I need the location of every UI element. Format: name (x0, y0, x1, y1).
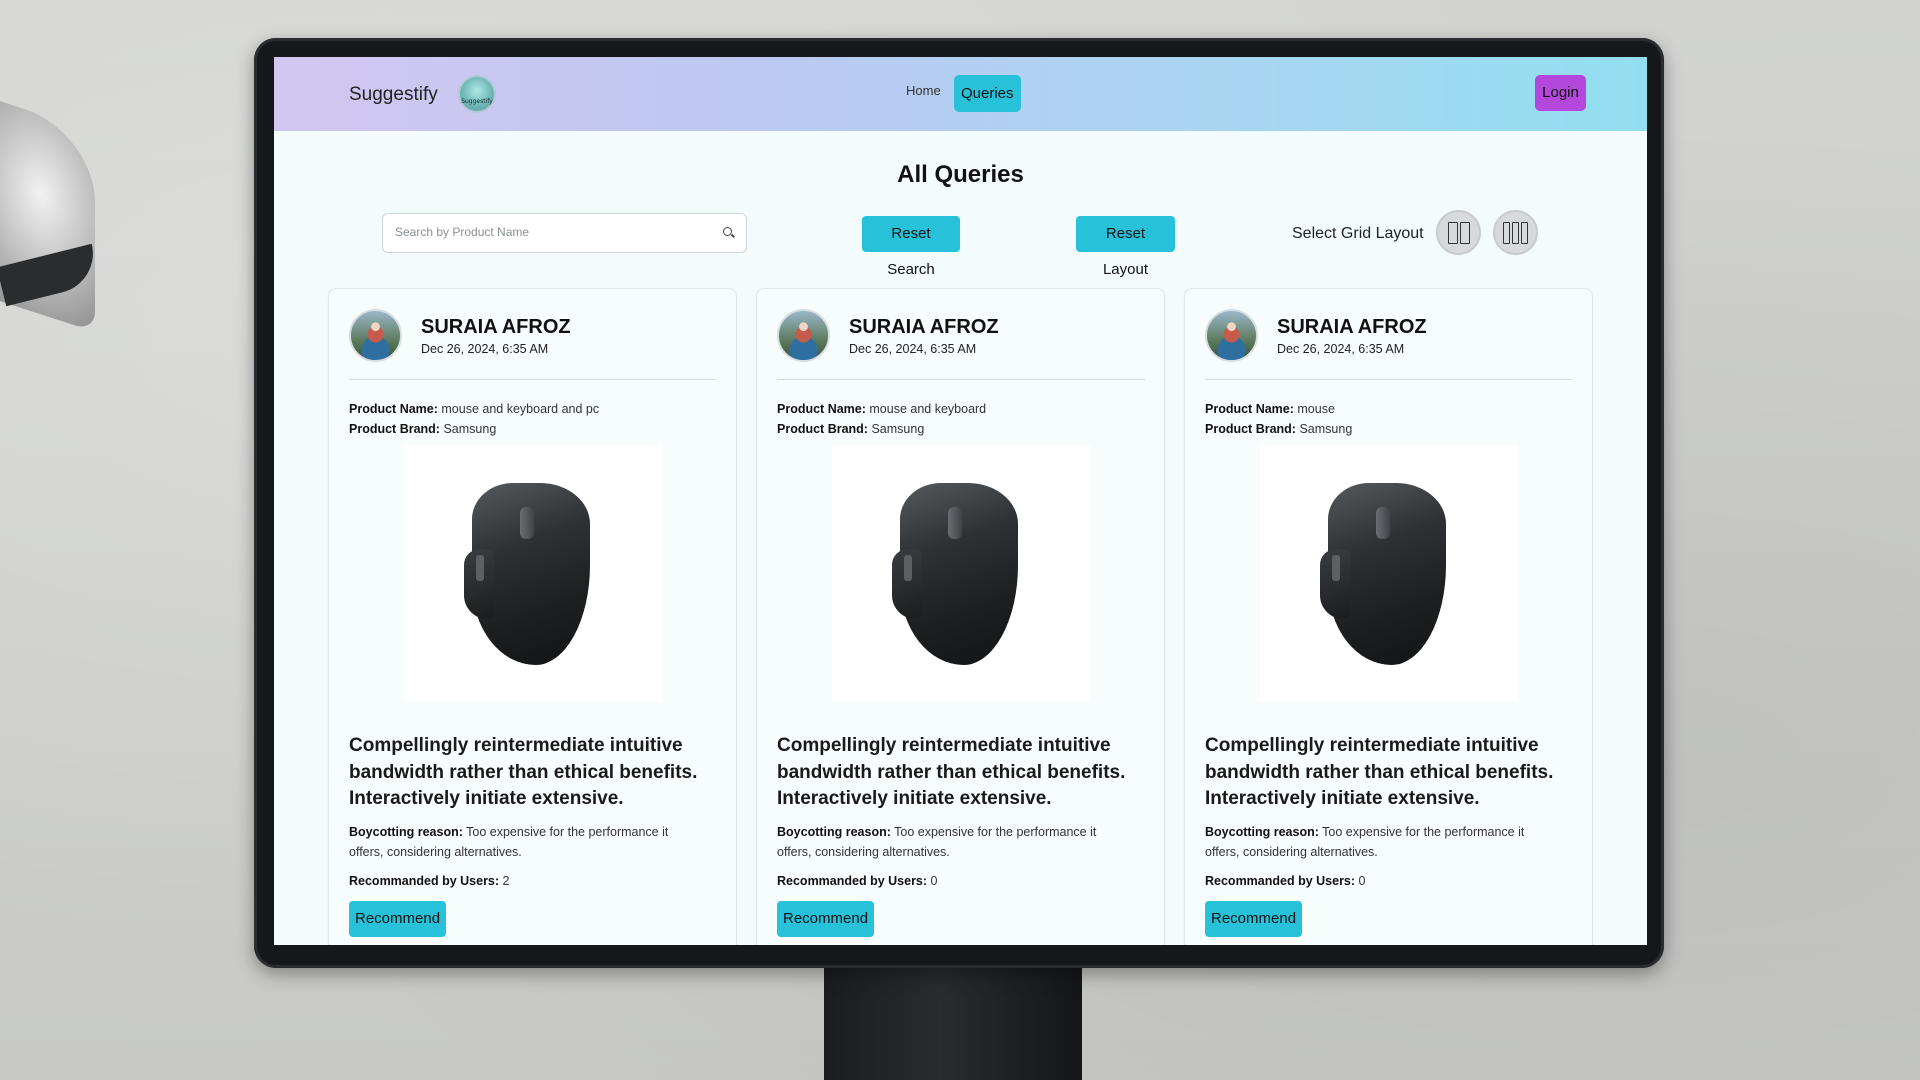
navbar: Suggestify Suggestify Home Queries Login (274, 57, 1647, 131)
product-name-line: Product Name: mouse (1205, 402, 1335, 416)
product-name-label: Product Name: (777, 402, 866, 416)
mouse-wheel (1376, 507, 1390, 539)
divider (349, 379, 717, 380)
boycott-reason-label: Boycotting reason: (1205, 825, 1319, 839)
product-name-line: Product Name: mouse and keyboard and pc (349, 402, 599, 416)
product-name: mouse and keyboard and pc (441, 402, 600, 416)
recommend-count-label: Recommanded by Users: (349, 874, 500, 888)
recommend-count-value: 0 (930, 874, 938, 888)
user-name: SURAIA AFROZ (849, 316, 999, 338)
product-image (832, 445, 1090, 702)
recommend-button[interactable]: Recommend (777, 901, 874, 937)
product-brand-label: Product Brand: (777, 422, 868, 436)
boycott-reason: Boycotting reason: Too expensive for the… (1205, 822, 1555, 862)
query-title: Compellingly reintermediate intuitive ba… (1205, 735, 1554, 809)
post-date: Dec 26, 2024, 6:35 AM (1277, 342, 1405, 356)
three-column-grid-button[interactable] (1493, 210, 1538, 255)
query-card: SURAIA AFROZ Dec 26, 2024, 6:35 AM Produ… (328, 288, 737, 945)
user-name: SURAIA AFROZ (421, 316, 571, 338)
query-title: Compellingly reintermediate intuitive ba… (777, 735, 1126, 809)
avatar (1205, 309, 1258, 362)
grid-layout-label: Select Grid Layout (1292, 225, 1424, 242)
product-name-label: Product Name: (1205, 402, 1294, 416)
divider (777, 379, 1145, 380)
avatar (349, 309, 402, 362)
boycott-reason: Boycotting reason: Too expensive for the… (777, 822, 1127, 862)
three-column-grid-icon-col (1512, 221, 1519, 244)
query-title: Compellingly reintermediate intuitive ba… (349, 735, 698, 809)
three-column-grid-icon (1503, 221, 1510, 244)
mouse-side-button (904, 555, 912, 581)
recommend-count: Recommanded by Users: 0 (1205, 874, 1366, 888)
mouse-wheel (520, 507, 534, 539)
mouse-side-button (1332, 555, 1340, 581)
product-name-label: Product Name: (349, 402, 438, 416)
query-card: SURAIA AFROZ Dec 26, 2024, 6:35 AM Produ… (1184, 288, 1593, 945)
mouse-wheel (948, 507, 962, 539)
product-brand-line: Product Brand: Samsung (1205, 422, 1352, 436)
product-name: mouse and keyboard (869, 402, 987, 416)
monitor-stand (824, 962, 1082, 1080)
browser-viewport: Suggestify Suggestify Home Queries Login… (274, 57, 1647, 945)
two-column-grid-icon (1447, 221, 1458, 244)
product-brand: Samsung (871, 422, 925, 436)
mouse-side-button (476, 555, 484, 581)
brand-logo-text: Suggestify (461, 97, 493, 105)
nav-queries-link[interactable]: Queries (954, 75, 1021, 112)
login-button[interactable]: Login (1535, 75, 1586, 111)
recommend-count: Recommanded by Users: 2 (349, 874, 510, 888)
product-name: mouse (1297, 402, 1335, 416)
boycott-reason: Boycotting reason: Too expensive for the… (349, 822, 699, 862)
post-date: Dec 26, 2024, 6:35 AM (849, 342, 977, 356)
page-title: All Queries (897, 161, 1024, 188)
product-brand-label: Product Brand: (1205, 422, 1296, 436)
recommend-count-label: Recommanded by Users: (777, 874, 928, 888)
nav-home-link[interactable]: Home (906, 83, 941, 98)
product-image (404, 445, 662, 702)
product-brand: Samsung (443, 422, 497, 436)
reset-search-button[interactable]: Reset Search (862, 216, 960, 278)
reset-layout-button[interactable]: Reset Layout (1076, 216, 1175, 278)
brand-name[interactable]: Suggestify (349, 84, 438, 106)
search-input[interactable] (395, 225, 695, 239)
avatar (777, 309, 830, 362)
query-card: SURAIA AFROZ Dec 26, 2024, 6:35 AM Produ… (756, 288, 1165, 945)
divider (1205, 379, 1573, 380)
two-column-grid-icon-col (1459, 221, 1470, 244)
product-brand-label: Product Brand: (349, 422, 440, 436)
brand-logo[interactable]: Suggestify (458, 75, 496, 113)
recommend-count-label: Recommanded by Users: (1205, 874, 1356, 888)
product-brand-line: Product Brand: Samsung (777, 422, 924, 436)
recommend-count-value: 2 (502, 874, 510, 888)
product-brand: Samsung (1299, 422, 1353, 436)
recommend-count: Recommanded by Users: 0 (777, 874, 938, 888)
search-icon[interactable] (723, 227, 732, 236)
boycott-reason-label: Boycotting reason: (777, 825, 891, 839)
product-name-line: Product Name: mouse and keyboard (777, 402, 986, 416)
boycott-reason-label: Boycotting reason: (349, 825, 463, 839)
recommend-count-value: 0 (1358, 874, 1366, 888)
two-column-grid-button[interactable] (1436, 210, 1481, 255)
search-box[interactable] (382, 213, 747, 253)
product-brand-line: Product Brand: Samsung (349, 422, 496, 436)
post-date: Dec 26, 2024, 6:35 AM (421, 342, 549, 356)
recommend-button[interactable]: Recommend (1205, 901, 1302, 937)
three-column-grid-icon-col (1521, 221, 1528, 244)
recommend-button[interactable]: Recommend (349, 901, 446, 937)
user-name: SURAIA AFROZ (1277, 316, 1427, 338)
product-image (1260, 445, 1518, 702)
